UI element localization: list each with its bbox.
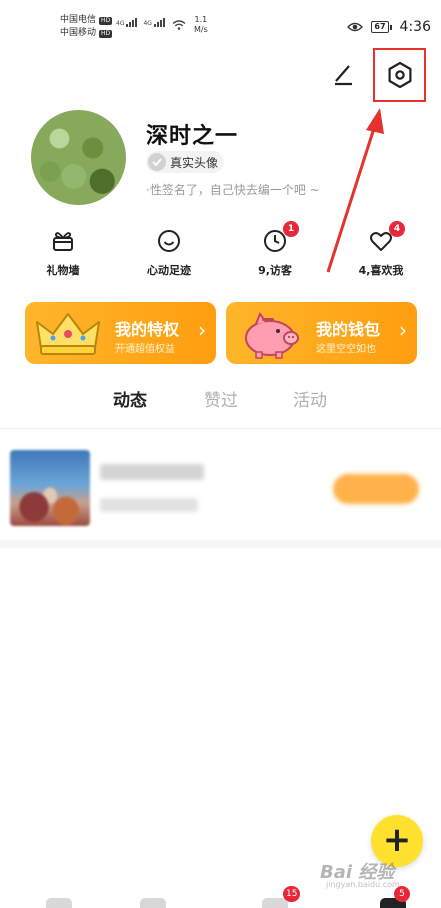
post-subtitle-blurred bbox=[100, 498, 198, 512]
privilege-card[interactable]: 我的特权 开通超值权益 › bbox=[25, 302, 216, 364]
privilege-title: 我的特权 bbox=[115, 320, 180, 339]
stat-likes[interactable]: 4 4,喜欢我 bbox=[342, 221, 420, 284]
gift-icon bbox=[53, 232, 73, 251]
stat-label: 9,访客 bbox=[258, 264, 292, 277]
annotation-highlight-box bbox=[373, 48, 426, 102]
tab-dynamic[interactable]: 动态 bbox=[113, 386, 147, 411]
speed-value: 1.1 bbox=[194, 15, 208, 24]
wallet-subtitle: 这里空空如也 bbox=[316, 344, 376, 355]
speed-unit: M/s bbox=[194, 25, 208, 34]
avatar[interactable] bbox=[31, 110, 126, 205]
smile-icon bbox=[158, 230, 180, 252]
status-bar: 中国电信 HD 中国移动 HD 4G 4G 1.1 M/s 67 4:36 bbox=[0, 0, 441, 46]
tab-activity[interactable]: 活动 bbox=[293, 386, 327, 411]
real-avatar-label: 真实头像 bbox=[170, 155, 219, 170]
chevron-right-icon: › bbox=[399, 318, 407, 342]
visitor-count-badge: 1 bbox=[283, 221, 299, 237]
section-separator bbox=[0, 540, 441, 548]
crown-icon bbox=[36, 313, 100, 355]
stat-label: 4,喜欢我 bbox=[358, 264, 404, 277]
stat-gift-wall[interactable]: 礼物墙 bbox=[24, 228, 102, 284]
post-title-blurred bbox=[100, 464, 204, 480]
carrier-1: 中国电信 bbox=[60, 15, 97, 25]
post-thumbnail[interactable] bbox=[10, 450, 90, 526]
watermark-url: jingyan.baidu.com bbox=[326, 880, 400, 889]
stat-heart-footprint[interactable]: 心动足迹 bbox=[130, 228, 208, 284]
stat-label: 礼物墙 bbox=[46, 264, 80, 277]
network-type: 4G bbox=[143, 20, 152, 27]
battery-level: 67 bbox=[371, 21, 389, 33]
battery-icon: 67 bbox=[371, 21, 392, 33]
signal-icon: 4G bbox=[143, 18, 165, 27]
bottom-nav bbox=[0, 892, 441, 908]
me-badge: 5 bbox=[394, 886, 410, 902]
stats-row: 礼物墙 心动足迹 1 9,访客 4 4,喜欢我 bbox=[24, 221, 420, 284]
edit-icon[interactable] bbox=[330, 62, 356, 88]
clock-time: 4:36 bbox=[399, 19, 431, 35]
nav-messages-icon[interactable] bbox=[262, 898, 288, 908]
tab-liked[interactable]: 赞过 bbox=[204, 386, 238, 411]
plus-icon: + bbox=[382, 820, 412, 860]
signal-icons: 4G 4G bbox=[116, 18, 165, 27]
carrier-2: 中国移动 bbox=[60, 28, 97, 38]
stat-label: 心动足迹 bbox=[147, 264, 191, 277]
likes-count-badge: 4 bbox=[389, 221, 405, 237]
real-avatar-badge[interactable]: 真实头像 bbox=[146, 151, 225, 173]
nav-home-icon[interactable] bbox=[46, 898, 72, 908]
piggy-bank-icon bbox=[245, 311, 299, 359]
signal-icon: 4G bbox=[116, 18, 138, 27]
chevron-right-icon: › bbox=[198, 318, 206, 342]
carrier-info: 中国电信 HD 中国移动 HD bbox=[60, 14, 113, 40]
eye-icon bbox=[347, 22, 364, 32]
network-type: 4G bbox=[116, 20, 125, 27]
post-action-button[interactable] bbox=[333, 474, 419, 504]
divider bbox=[0, 428, 441, 429]
status-right: 67 4:36 bbox=[347, 19, 431, 35]
wallet-card[interactable]: 我的钱包 这里空空如也 › bbox=[226, 302, 417, 364]
bio-text[interactable]: ·性签名了，自己快去编一个吧 ~ bbox=[146, 181, 320, 198]
list-item[interactable] bbox=[0, 438, 441, 538]
wifi-icon bbox=[172, 20, 186, 30]
privilege-subtitle: 开通超值权益 bbox=[115, 344, 175, 355]
nickname: 深时之一 bbox=[146, 124, 239, 149]
hd-badge: HD bbox=[99, 16, 113, 25]
nav-discover-icon[interactable] bbox=[140, 898, 166, 908]
wallet-title: 我的钱包 bbox=[316, 320, 381, 339]
content-tabs: 动态 赞过 活动 bbox=[0, 386, 441, 414]
check-icon bbox=[148, 153, 166, 171]
network-speed: 1.1 M/s bbox=[194, 15, 208, 35]
stat-visitors[interactable]: 1 9,访客 bbox=[236, 221, 314, 284]
hd-badge: HD bbox=[99, 29, 113, 38]
